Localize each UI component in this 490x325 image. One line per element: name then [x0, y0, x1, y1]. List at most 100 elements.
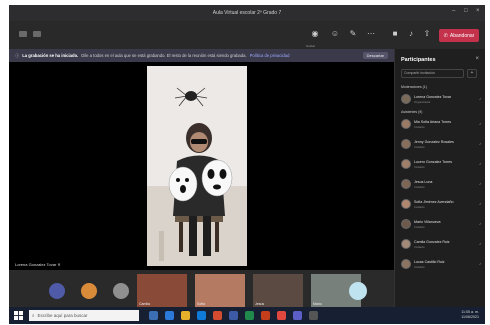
mic-off-icon[interactable]: ♪ [479, 141, 481, 146]
thumbnail-name: Sofia [197, 302, 205, 306]
participant-status: Invitado [414, 165, 425, 169]
organizers-heading: Moderadores (1) [401, 85, 427, 89]
store-icon[interactable] [197, 311, 206, 320]
attendee-item[interactable]: Camila Gonzalez Ruiz Invitado ♪ [401, 238, 481, 251]
participant-name: Lucas Castillo Ruiz [414, 260, 445, 264]
participant-strip: Camila Sofia Jesus Mario [9, 270, 394, 307]
chrome-icon[interactable] [277, 311, 286, 320]
maximize-icon[interactable]: □ [464, 8, 469, 14]
minimize-icon[interactable]: – [452, 8, 457, 14]
video-thumbnail[interactable]: Jesus [253, 274, 303, 307]
organizer-item[interactable]: Lorena Gonzalez Tovar Organizador ♪ [401, 93, 481, 106]
windows-start-icon[interactable] [14, 311, 23, 320]
avatar [401, 219, 411, 229]
mic-off-icon[interactable]: ♪ [479, 181, 481, 186]
participant-name: Jesus Luna [414, 180, 433, 184]
mic-off-icon[interactable]: ♪ [479, 241, 481, 246]
participant-name: Lucero Gonzalez Torres [414, 160, 453, 164]
participant-name: Mia Sofia Ariana Torres [414, 120, 452, 124]
banner-strong-text: La grabación se ha iniciado. [22, 53, 79, 58]
video-thumbnail[interactable]: Sofia [195, 274, 245, 307]
leave-button[interactable]: ✆ Abandonar [439, 29, 479, 42]
meeting-toolbar: ◉ Grabar ☺ ✎ ⋯ ■ ♪ ⇧ ✆ Abandonar [9, 21, 485, 49]
word-icon[interactable] [229, 311, 238, 320]
avatar [401, 119, 411, 129]
thumbnail-name: Camila [139, 302, 150, 306]
participant-avatar[interactable] [349, 282, 367, 300]
share-invite-field[interactable]: Compartir invitación [401, 69, 464, 78]
thumbnail-name: Mario [313, 302, 322, 306]
spotlight-name: Lorena Gonzalez Tovar ✕ [15, 262, 61, 267]
windows-taskbar: ⌕ Escribe aquí para buscar 11:05 a. m. 1… [9, 307, 485, 324]
participant-avatar[interactable] [81, 283, 97, 299]
participant-avatar[interactable] [49, 283, 65, 299]
timer-icon [19, 31, 27, 37]
taskbar-search-input[interactable]: ⌕ Escribe aquí para buscar [29, 310, 139, 321]
teams-window: Aula Virtual escolar 2º Grado 7 – □ × ◉ G… [9, 5, 485, 324]
attendee-item[interactable]: Mario Villanueva Invitado ♪ [401, 218, 481, 231]
task-view-icon[interactable] [149, 311, 158, 320]
attendee-item[interactable]: Lucas Castillo Ruiz Invitado ♪ [401, 258, 481, 271]
excel-icon[interactable] [245, 311, 254, 320]
participants-panel: Participantes × Compartir invitación + M… [394, 49, 485, 307]
file-explorer-icon[interactable] [181, 311, 190, 320]
teams-icon[interactable] [293, 311, 302, 320]
participant-status: Invitado [414, 185, 425, 189]
meeting-info [19, 31, 41, 37]
spotlight-name-text: Lorena Gonzalez Tovar [15, 262, 57, 267]
privacy-policy-link[interactable]: Política de privacidad [250, 53, 290, 58]
participant-name: Sofia Jiménez Avendaño [414, 200, 454, 204]
video-scene [147, 66, 247, 266]
powerpoint-icon[interactable] [261, 311, 270, 320]
mic-off-icon[interactable]: ♪ [479, 221, 481, 226]
participant-status: Invitado [414, 265, 425, 269]
attendee-item[interactable]: Jenny Gonzalez Rosales Invitado ♪ [401, 138, 481, 151]
camera-icon[interactable]: ■ [389, 28, 401, 40]
dismiss-button[interactable]: Descartar [362, 52, 388, 59]
add-participant-icon[interactable]: + [467, 69, 477, 78]
participant-avatar[interactable] [113, 283, 129, 299]
participant-name: Camila Gonzalez Ruiz [414, 240, 450, 244]
search-icon: ⌕ [32, 313, 35, 318]
office-icon[interactable] [213, 311, 222, 320]
video-thumbnail[interactable]: Camila [137, 274, 187, 307]
close-window-icon[interactable]: × [476, 8, 481, 14]
avatar [401, 259, 411, 269]
banner-info-icon: ⓘ [15, 52, 20, 58]
mic-off-icon[interactable]: ♪ [479, 261, 481, 266]
spotlight-video [147, 66, 247, 266]
attendees-heading: Asistentes (9) [401, 110, 423, 114]
edge-icon[interactable] [165, 311, 174, 320]
banner-text: Dile a todos en el aula que se está grab… [81, 53, 247, 58]
more-options-icon[interactable]: ⋯ [365, 28, 377, 40]
attendee-item[interactable]: Mia Sofia Ariana Torres Invitado ♪ [401, 118, 481, 131]
attendee-item[interactable]: Lucero Gonzalez Torres Invitado ♪ [401, 158, 481, 171]
app-icon[interactable] [309, 311, 318, 320]
participant-name: Mario Villanueva [414, 220, 441, 224]
video-stage: Lorena Gonzalez Tovar ✕ [9, 62, 394, 270]
recording-banner: ⓘ La grabación se ha iniciado. Dile a to… [9, 49, 394, 62]
system-clock[interactable]: 11:05 a. m. 11/06/2021 [461, 310, 479, 320]
microphone-icon[interactable]: ♪ [479, 96, 481, 101]
participant-role: Organizador [414, 100, 431, 104]
attendee-item[interactable]: Jesus Luna Invitado ♪ [401, 178, 481, 191]
window-title: Aula Virtual escolar 2º Grado 7 [212, 10, 282, 16]
chat-icon[interactable]: ✎ [347, 28, 359, 40]
microphone-icon[interactable]: ♪ [405, 28, 417, 40]
mic-off-icon[interactable]: ♪ [479, 161, 481, 166]
mic-off-icon[interactable]: ♪ [479, 201, 481, 206]
thumbnail-name: Jesus [255, 302, 265, 306]
panel-title: Participantes [401, 57, 436, 63]
mic-off-icon[interactable]: ♪ [479, 121, 481, 126]
avatar [401, 94, 411, 104]
participant-name: Lorena Gonzalez Tovar [414, 95, 452, 99]
title-bar: Aula Virtual escolar 2º Grado 7 – □ × [9, 5, 485, 21]
close-panel-icon[interactable]: × [475, 56, 479, 62]
phone-icon: ✆ [443, 32, 448, 39]
info-icon [33, 31, 41, 37]
record-button[interactable]: ◉ Grabar [306, 28, 321, 48]
attendee-item[interactable]: Sofia Jiménez Avendaño Invitado ♪ [401, 198, 481, 211]
participants-toggle-icon[interactable]: ☺ [329, 28, 341, 40]
avatar [401, 239, 411, 249]
share-screen-icon[interactable]: ⇧ [421, 28, 433, 40]
